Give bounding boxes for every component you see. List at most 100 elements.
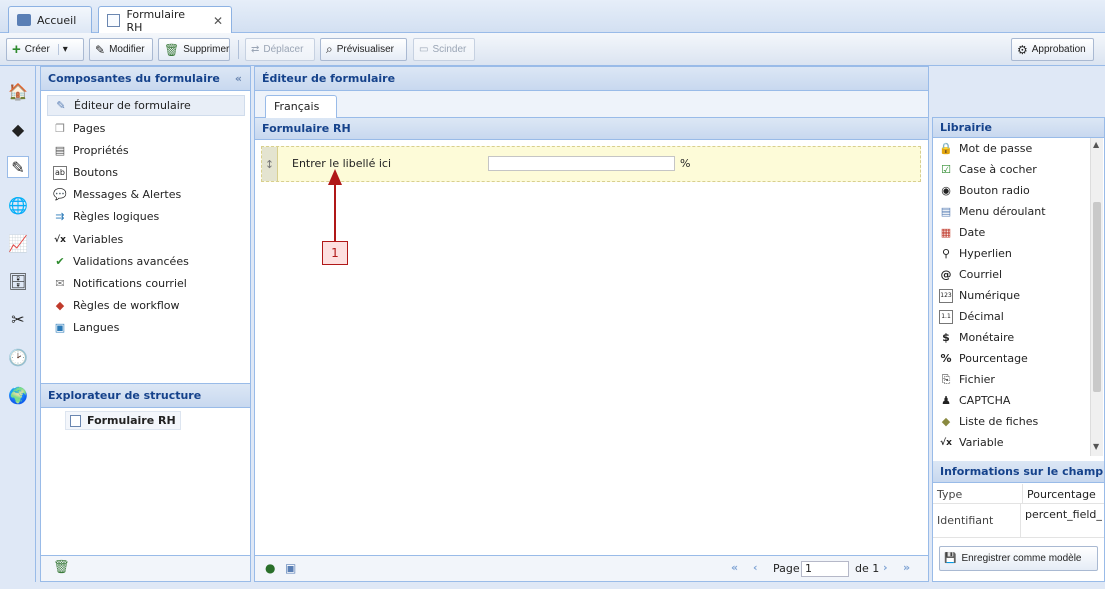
logic-rules-icon: ⇉ [55, 210, 65, 223]
menu-item-messages[interactable]: 💬 Messages & Alertes [47, 184, 245, 205]
collapse-icon[interactable]: « [235, 72, 242, 85]
library-item-label: Fichier [959, 373, 995, 386]
library-item-percentage[interactable]: % Pourcentage [939, 348, 1089, 369]
lock-icon: 🔒 [939, 142, 953, 155]
form-editor-header: Éditeur de formulaire [255, 67, 928, 91]
menu-item-variables[interactable]: √x Variables [47, 229, 245, 250]
delete-button[interactable]: 🗑 Supprimer [158, 38, 230, 61]
library-item-decimal[interactable]: 1.1 Décimal [939, 306, 1089, 327]
library-scrollbar[interactable]: ▲ ▼ [1090, 138, 1103, 456]
menu-item-languages[interactable]: ▣ Langues [47, 317, 245, 338]
menu-item-properties[interactable]: ▤ Propriétés [47, 140, 245, 161]
first-page-icon[interactable]: « [731, 561, 738, 574]
drag-handle-icon[interactable]: ↕ [262, 147, 278, 181]
form-icon [107, 14, 121, 27]
form-editor-module-icon[interactable]: ✎ [7, 156, 29, 178]
scroll-up-icon[interactable]: ▲ [1093, 140, 1099, 149]
library-item-file[interactable]: ⎘ Fichier [939, 369, 1089, 390]
language-tab-bar: Français [255, 91, 928, 118]
scroll-down-icon[interactable]: ▼ [1093, 442, 1099, 451]
forms-module-icon[interactable]: 🏠 [7, 80, 29, 102]
create-button[interactable]: + Créer ▾ [6, 38, 84, 61]
recycle-bin-icon[interactable]: 🗑 [53, 560, 70, 575]
report-module-icon[interactable]: 📈 [7, 232, 29, 254]
trash-icon: 🗑 [164, 42, 180, 57]
approval-button[interactable]: ⚙ Approbation [1011, 38, 1094, 61]
menu-item-form-editor[interactable]: ✎ Éditeur de formulaire [47, 95, 245, 116]
next-page-icon[interactable]: › [883, 561, 888, 574]
library-item-label: Variable [959, 436, 1004, 449]
modify-label: Modifier [109, 44, 145, 55]
scrollbar-thumb[interactable] [1093, 202, 1101, 392]
home-icon [17, 14, 31, 26]
clock-module-icon[interactable]: 🕑 [7, 346, 29, 368]
library-item-label: Mot de passe [959, 142, 1033, 155]
approval-icon: ⚙ [1017, 42, 1028, 57]
library-item-radio[interactable]: ◉ Bouton radio [939, 180, 1089, 201]
library-item-password[interactable]: 🔒 Mot de passe [939, 138, 1089, 159]
menu-item-buttons[interactable]: ab Boutons [47, 162, 245, 183]
menu-item-pages[interactable]: ❐ Pages [47, 118, 245, 139]
save-template-label: Enregistrer comme modèle [961, 553, 1082, 564]
speech-bubble-icon: 💬 [53, 188, 67, 201]
pages-icon: ❐ [55, 122, 65, 135]
previous-page-icon[interactable]: ‹ [753, 561, 758, 574]
library-item-numeric[interactable]: 123 Numérique [939, 285, 1089, 306]
field-info-header: Informations sur le champ [933, 461, 1104, 483]
library-item-captcha[interactable]: ♟ CAPTCHA [939, 390, 1089, 411]
menu-item-email-notifications[interactable]: ✉ Notifications courriel [47, 273, 245, 294]
field-info-key: Identifiant [933, 504, 1022, 537]
globe-module-icon[interactable]: 🌐 [7, 194, 29, 216]
menu-item-label: Propriétés [73, 144, 129, 157]
toolbar-separator [238, 40, 239, 59]
modify-button[interactable]: ✎ Modifier [89, 38, 153, 61]
split-button[interactable]: ▭ Scinder [413, 38, 475, 61]
menu-item-advanced-validations[interactable]: ✔ Validations avancées [47, 251, 245, 272]
field-info-value: percent_field_ [1025, 508, 1102, 521]
status-bar [0, 582, 1105, 589]
library-item-currency[interactable]: $ Monétaire [939, 327, 1089, 348]
page-input[interactable]: 1 [801, 561, 849, 577]
close-icon[interactable]: ✕ [213, 14, 223, 28]
delete-label: Supprimer [183, 44, 230, 55]
library-item-variable[interactable]: √x Variable [939, 432, 1089, 453]
approval-label: Approbation [1031, 44, 1086, 55]
module-sidebar: 🏠 ◆ ✎ 🌐 📈 🗄 ✂ 🕑 🌍 [0, 66, 36, 582]
tab-formulaire-rh[interactable]: Formulaire RH ✕ [98, 6, 232, 34]
library-item-label: Bouton radio [959, 184, 1030, 197]
percent-input[interactable] [488, 156, 675, 171]
library-item-date[interactable]: ▦ Date [939, 222, 1089, 243]
split-icon: ▭ [419, 44, 429, 55]
lists-module-icon[interactable]: ◆ [7, 118, 29, 140]
library-item-dropdown[interactable]: ▤ Menu déroulant [939, 201, 1089, 222]
annotation-badge: 1 [322, 241, 348, 265]
sqrt-x-icon: √x [54, 234, 66, 245]
tab-accueil[interactable]: Accueil [8, 6, 92, 33]
export-icon[interactable]: ▣ [285, 561, 296, 575]
last-page-icon[interactable]: » [903, 561, 910, 574]
library-list: 🔒 Mot de passe ☑ Case à cocher ◉ Bouton rad… [933, 138, 1104, 456]
library-item-hyperlink[interactable]: ⚲ Hyperlien [939, 243, 1089, 264]
menu-item-logic-rules[interactable]: ⇉ Règles logiques [47, 206, 245, 227]
preview-button[interactable]: ⌕ Prévisualiser [320, 38, 407, 61]
structure-node[interactable]: Formulaire RH [65, 411, 181, 430]
buttons-icon: ab [53, 165, 67, 180]
move-button[interactable]: ⇄ Déplacer [245, 38, 315, 61]
tab-francais[interactable]: Français [265, 95, 337, 118]
database-icon[interactable]: ● [265, 561, 275, 575]
library-item-email[interactable]: @ Courriel [939, 264, 1089, 285]
table-row: Identifiant percent_field_ [933, 504, 1104, 538]
library-item-checkbox[interactable]: ☑ Case à cocher [939, 159, 1089, 180]
save-template-button[interactable]: 💾 Enregistrer comme modèle [939, 546, 1098, 571]
library-item-label: Numérique [959, 289, 1020, 302]
library-item-label: Menu déroulant [959, 205, 1046, 218]
plus-icon: + [12, 41, 21, 58]
library-item-record-list[interactable]: ◆ Liste de fiches [939, 411, 1089, 432]
menu-item-workflow-rules[interactable]: ◆ Règles de workflow [47, 295, 245, 316]
tools-module-icon[interactable]: ✂ [7, 308, 29, 330]
database-module-icon[interactable]: 🗄 [7, 270, 29, 292]
create-label: Créer [24, 44, 50, 55]
library-item-label: CAPTCHA [959, 394, 1011, 407]
world-module-icon[interactable]: 🌍 [7, 384, 29, 406]
save-icon: 💾 [944, 553, 957, 564]
